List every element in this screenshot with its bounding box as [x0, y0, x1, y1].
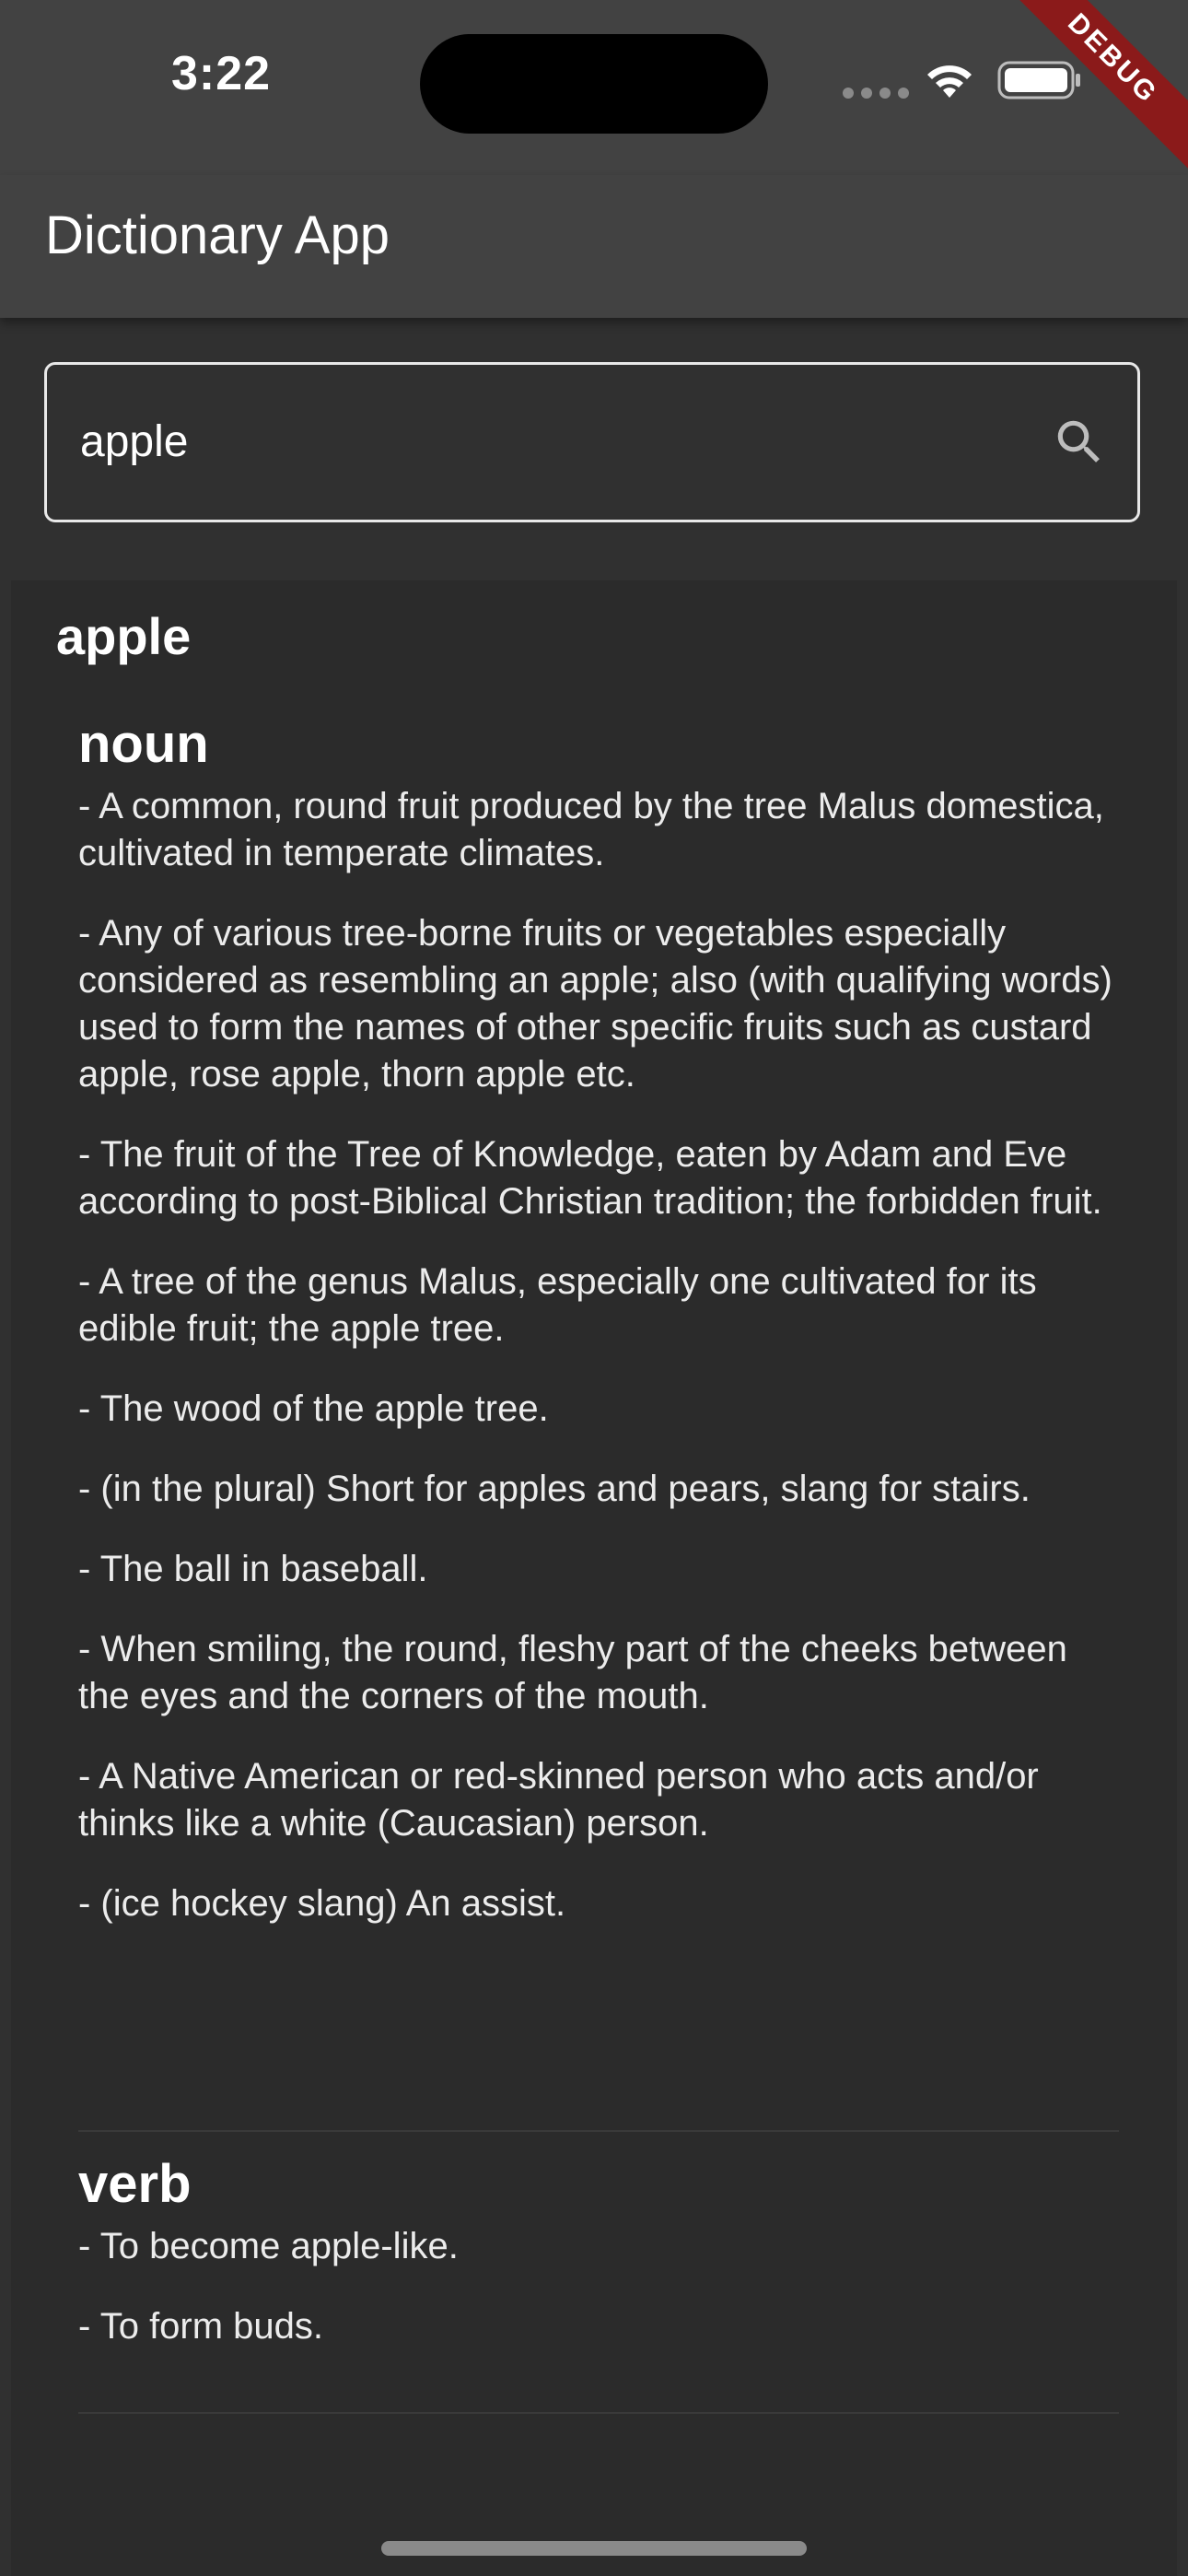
definition: - When smiling, the round, fleshy part o…: [78, 1629, 1067, 1716]
screen: 3:22 DEBUG Dictionary App apple nou: [0, 0, 1188, 2576]
meaning-noun: noun - A common, round fruit produced by…: [78, 709, 1119, 1927]
definition: - (in the plural) Short for apples and p…: [78, 1469, 1031, 1509]
word-title: apple: [56, 607, 192, 665]
definition: - Any of various tree-borne fruits or ve…: [78, 913, 1112, 1095]
definition: - To become apple-like.: [78, 2226, 459, 2266]
definition: - To form buds.: [78, 2306, 324, 2347]
battery-icon: [997, 61, 1080, 100]
definition: - The fruit of the Tree of Knowledge, ea…: [78, 1134, 1102, 1222]
definition: - A tree of the genus Malus, especially …: [78, 1261, 1037, 1349]
definition: - A common, round fruit produced by the …: [78, 786, 1104, 873]
app-title: Dictionary App: [45, 205, 390, 265]
definition: - A Native American or red-skinned perso…: [78, 1756, 1039, 1844]
status-time: 3:22: [171, 47, 272, 100]
wifi-icon: [927, 65, 972, 98]
app-bar: Dictionary App: [0, 175, 1188, 318]
definition: - The ball in baseball.: [78, 1549, 428, 1589]
divider: [78, 2130, 1119, 2132]
search-field[interactable]: [44, 362, 1140, 522]
part-of-speech: verb: [78, 2154, 192, 2214]
definition: - (ice hockey slang) An assist.: [78, 1883, 566, 1924]
divider: [78, 2412, 1119, 2414]
part-of-speech: noun: [78, 714, 209, 774]
dynamic-island: [420, 34, 768, 134]
meaning-verb: verb - To become apple-like. - To form b…: [78, 2149, 1119, 2350]
status-bar: 3:22 DEBUG: [0, 0, 1188, 181]
home-indicator[interactable]: [381, 2541, 807, 2556]
result-card: apple noun - A common, round fruit produ…: [11, 580, 1177, 2576]
search-input[interactable]: [80, 365, 1001, 520]
signal-dots-icon: [843, 88, 909, 99]
definition: - The wood of the apple tree.: [78, 1388, 549, 1429]
search-icon[interactable]: [1051, 414, 1108, 471]
